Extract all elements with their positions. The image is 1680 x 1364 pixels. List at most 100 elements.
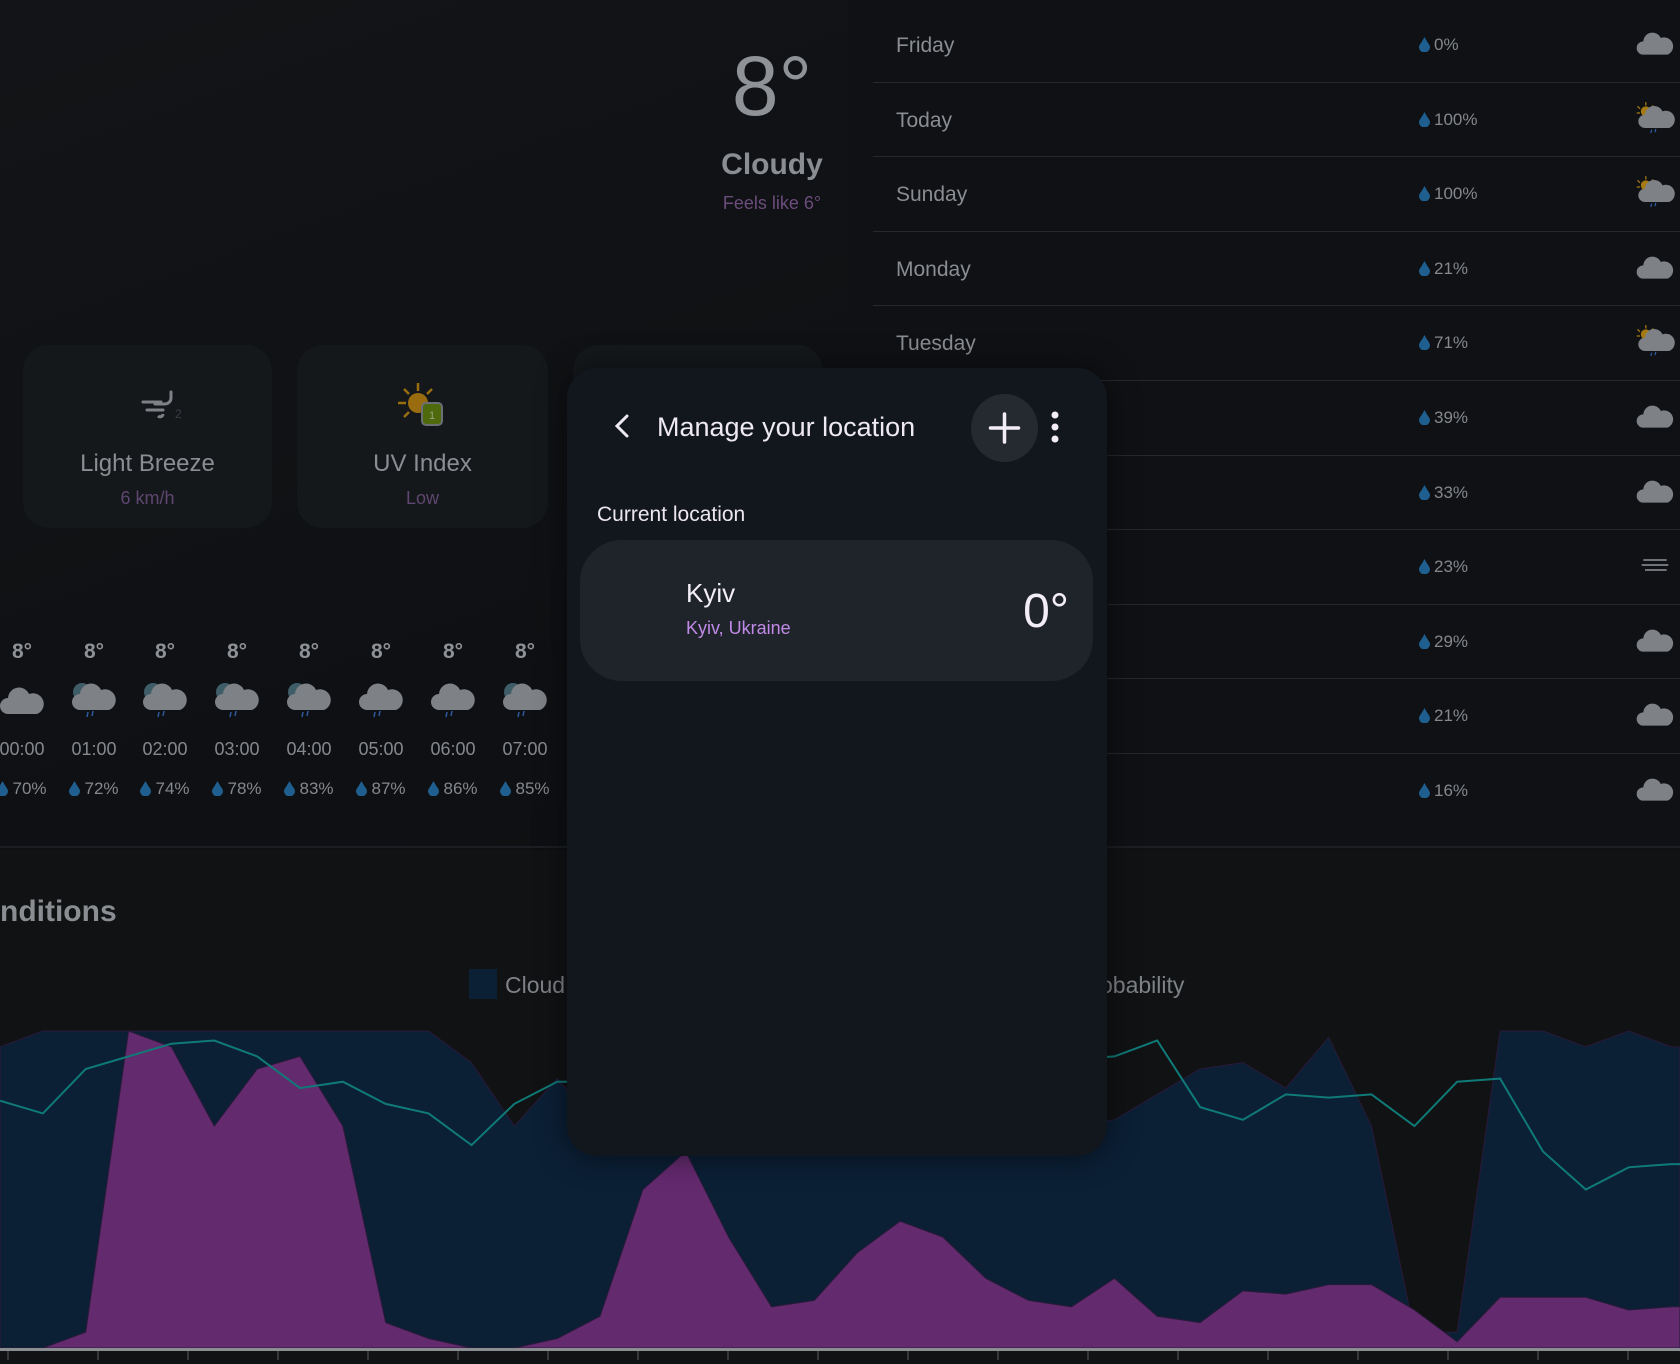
current-location-heading: Current location [597,503,746,526]
x-axis [0,1348,1680,1351]
day-label: Friday [896,34,955,57]
moon-cloud-rain-icon [501,674,549,726]
drop-icon [0,781,8,796]
drop-icon [1419,112,1430,127]
wind-card[interactable]: 2 Light Breeze 6 km/h [23,345,272,528]
hourly-item: 8° 02:00 74% [129,640,201,799]
cloud-icon [1635,697,1675,731]
hour-temp: 8° [442,640,464,663]
moon-cloud-rain-icon [285,674,333,726]
day-precip: 16% [1434,781,1469,800]
drop-icon [428,781,439,796]
cloud-icon [1635,474,1675,508]
fog-icon [1635,548,1675,582]
current-temperature: 8° [731,39,813,133]
day-precip: 39% [1434,408,1469,427]
location-temperature: 0° [1023,585,1069,638]
drop-icon [1419,783,1430,798]
hour-temp: 8° [11,640,33,663]
day-precip: 23% [1434,557,1469,577]
hour-precip: 72% [84,779,119,798]
manage-location-dialog: Manage your location Current location Ky… [567,368,1107,1156]
moon-cloud-rain-icon [70,674,118,726]
hour-temp: 8° [154,640,176,663]
day-precip: 33% [1434,482,1469,502]
legend-label-cloud[interactable]: Cloud [505,972,565,999]
hour-temp: 8° [83,640,105,663]
drop-icon [1419,559,1430,574]
day-label: Sunday [896,183,968,207]
conditions-heading: nditions [0,895,117,928]
hour-time: 06:00 [430,739,476,759]
hourly-item: 8° 00:00 70% [0,640,58,799]
back-arrow-icon[interactable] [607,410,637,442]
drop-icon [284,781,295,796]
hour-precip: 87% [371,779,406,798]
drop-icon [356,781,367,796]
day-precip: 0% [1434,35,1459,54]
cloud-rain-icon [357,674,405,726]
drop-icon [212,781,223,796]
day-precip: 71% [1434,333,1469,353]
uv-label: UV Index [373,450,472,477]
hourly-item: 8° 05:00 87% [345,640,417,799]
drop-icon [1419,261,1430,276]
day-label: Tuesday [896,332,976,356]
hour-temp: 8° [298,640,320,663]
hour-time: 04:00 [286,739,332,759]
location-region: Kyiv, Ukraine [686,618,791,638]
day-precip: 100% [1434,109,1478,129]
day-precip: 21% [1434,258,1469,278]
drop-icon [1419,634,1430,649]
more-options-icon[interactable] [1045,410,1065,444]
daily-row[interactable]: Monday 21% [873,232,1680,307]
hour-precip: 85% [515,779,550,798]
current-condition: Cloudy [721,148,823,181]
day-precip: 21% [1434,706,1469,726]
hour-time: 05:00 [358,739,404,759]
drop-icon [140,781,151,796]
cloud-icon [1635,399,1675,433]
wind-icon: 2 [141,390,182,421]
hour-time: 03:00 [214,739,260,759]
cloud-icon [1635,772,1675,806]
location-item-kyiv[interactable]: Kyiv Kyiv, Ukraine 0° [580,540,1093,681]
hour-time: 01:00 [71,739,117,759]
hourly-item: 8° 06:00 86% [417,640,489,799]
svg-text:2: 2 [175,407,182,421]
drop-icon [500,781,511,796]
cloud-icon [1635,26,1675,60]
hour-precip: 70% [12,779,47,798]
hour-precip: 78% [227,779,262,798]
hour-precip: 86% [443,779,478,798]
daily-row[interactable]: Friday 0% [873,8,1680,83]
wind-label: Light Breeze [80,450,215,477]
legend-swatch-cloud [469,969,497,999]
add-location-button[interactable] [971,394,1038,462]
uv-badge: 1 [429,410,435,422]
uv-value: Low [405,488,440,508]
hourly-item: 8° 01:00 72% [58,640,130,799]
legend-label-precipitation[interactable]: obability [1100,972,1184,999]
day-label: Today [896,108,953,132]
hourly-item: 8° 07:00 85% [489,640,561,799]
hour-time: 00:00 [0,739,45,759]
drop-icon [1419,335,1430,350]
uv-index-icon: 1 [398,383,443,426]
sun-cloud-rain-icon [1635,175,1675,209]
drop-icon [1419,485,1430,500]
drop-icon [1419,186,1430,201]
hour-precip: 83% [299,779,334,798]
dialog-title: Manage your location [657,412,916,442]
cloud-rain-icon [429,674,477,726]
feels-like: Feels like 6° [722,193,822,213]
hour-time: 02:00 [142,739,188,759]
hourly-item: 8° 04:00 83% [273,640,345,799]
daily-row[interactable]: Sunday 100% [873,157,1680,232]
cloud-icon [1635,623,1675,657]
drop-icon [69,781,80,796]
uv-index-card[interactable]: 1 UV Index Low [297,345,548,528]
daily-row[interactable]: Today 100% [873,83,1680,158]
day-precip: 29% [1434,631,1469,651]
moon-cloud-rain-icon [213,674,261,726]
